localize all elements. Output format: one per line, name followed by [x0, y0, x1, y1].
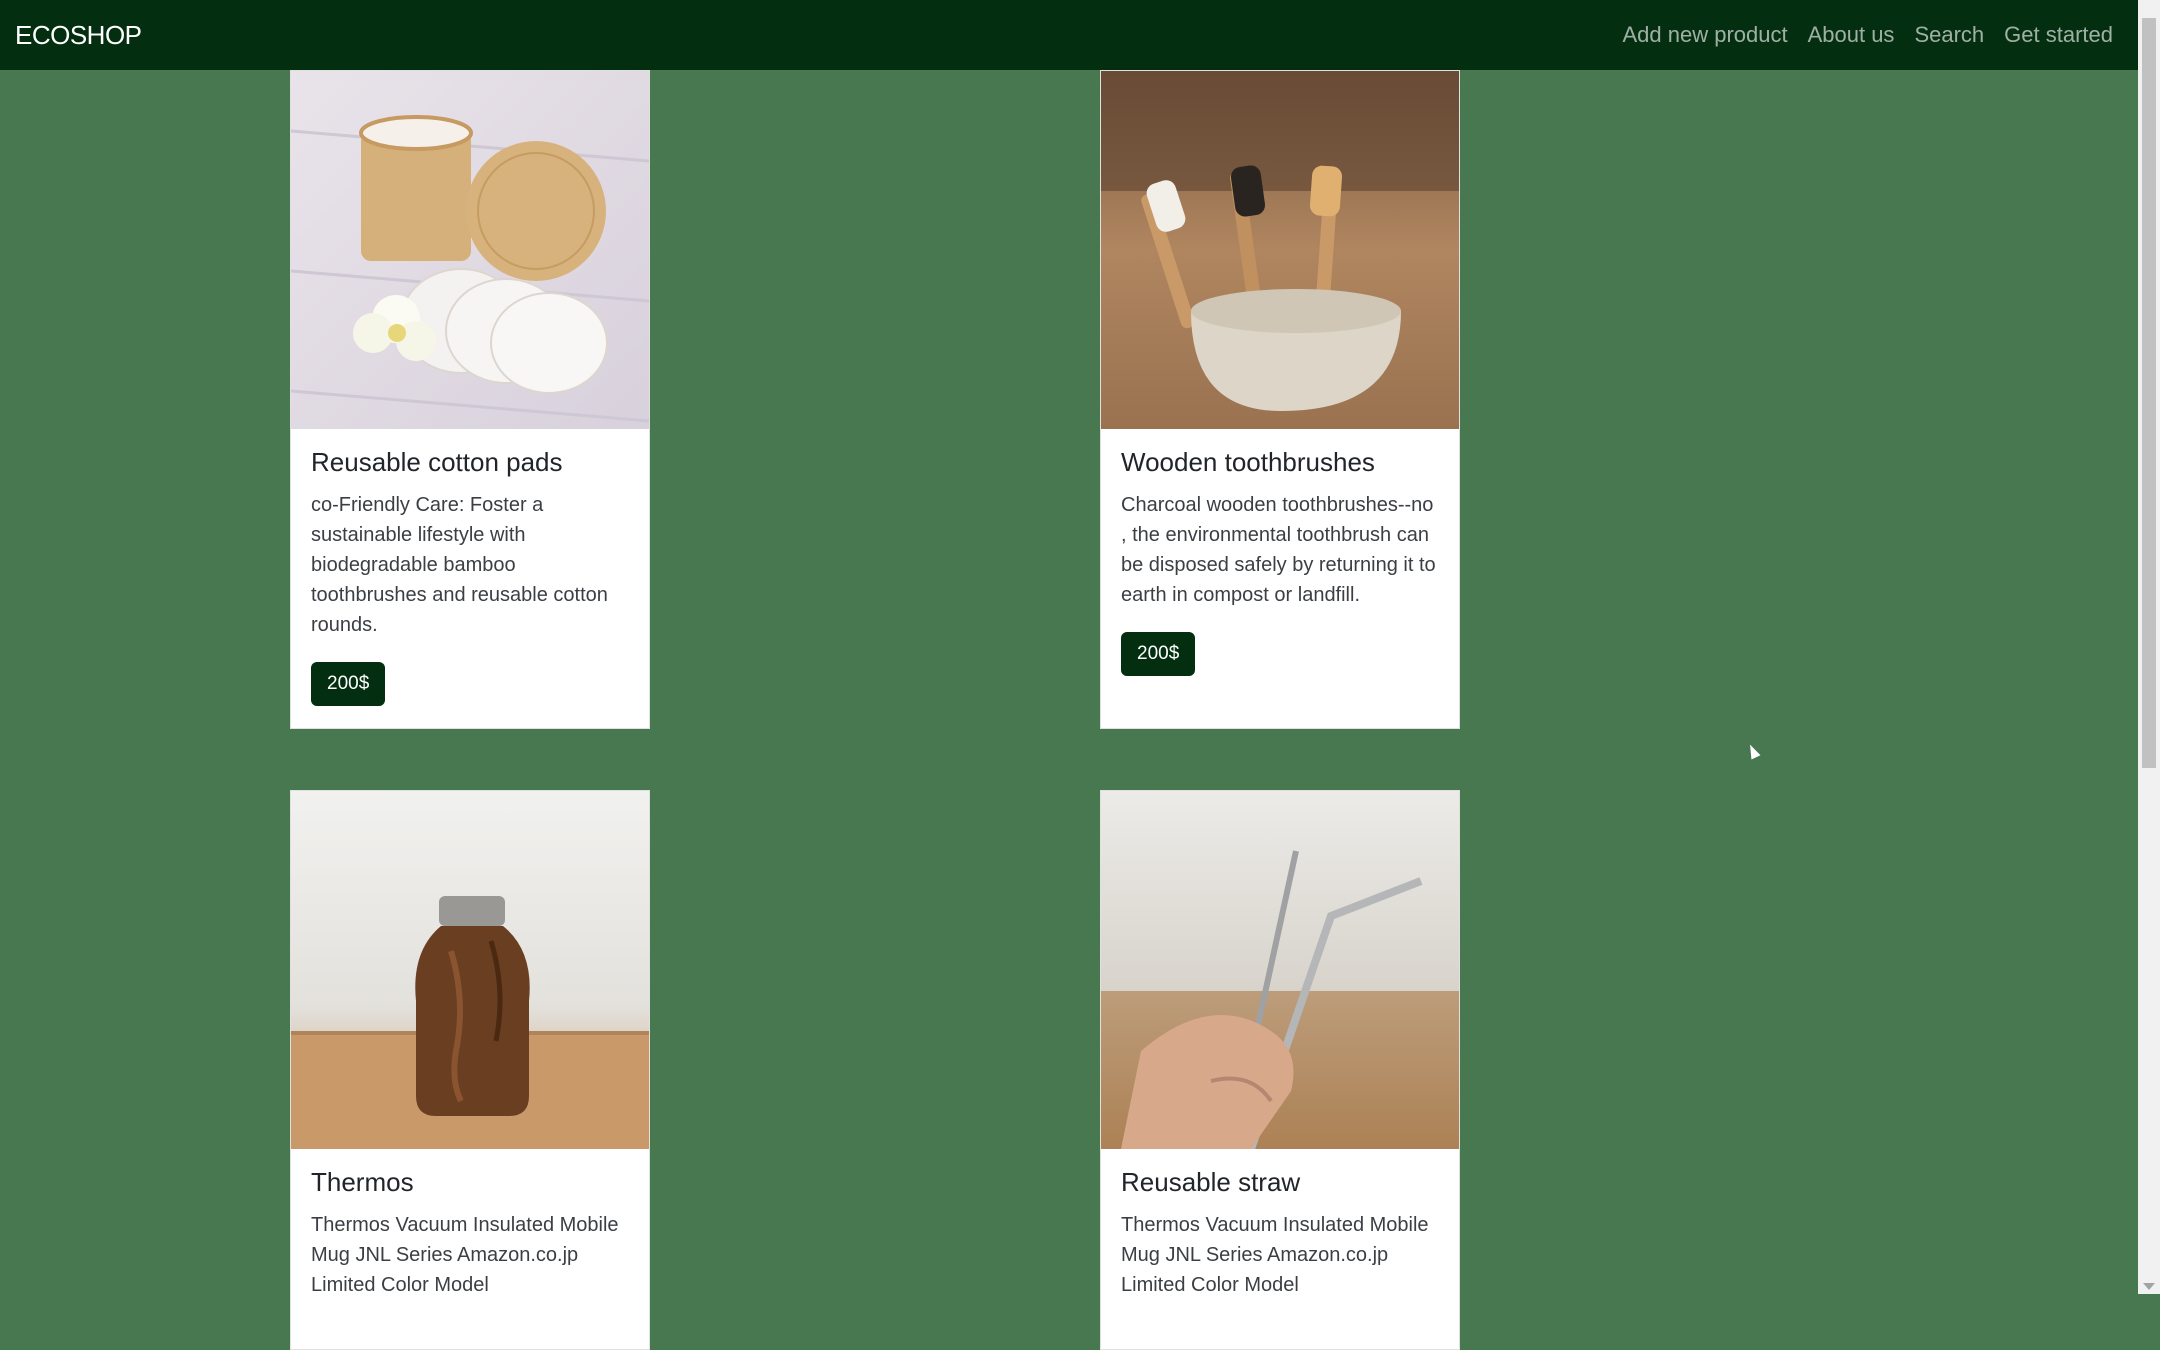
mouse-cursor-icon [1745, 742, 1761, 760]
card-body: Wooden toothbrushes Charcoal wooden toot… [1101, 429, 1459, 698]
nav-add-new-product[interactable]: Add new product [1622, 22, 1787, 48]
scrollbar-thumb[interactable] [2142, 18, 2156, 768]
scroll-down-arrow-icon[interactable] [2143, 1283, 2155, 1290]
price-button[interactable]: 200$ [1121, 632, 1196, 676]
card-body: Reusable cotton pads co-Friendly Care: F… [291, 429, 649, 728]
nav-links: Add new product About us Search Get star… [1622, 22, 2113, 48]
product-card: Reusable straw Thermos Vacuum Insulated … [1100, 790, 1460, 1350]
product-title: Thermos [311, 1167, 414, 1197]
product-description: Charcoal wooden toothbrushes--no , the e… [1121, 494, 1436, 606]
page-scrollbar[interactable] [2138, 0, 2160, 1294]
price-button[interactable]: 200$ [311, 662, 386, 706]
straw-image [1101, 791, 1459, 1149]
nav-search[interactable]: Search [1914, 22, 1984, 48]
product-card: Thermos Thermos Vacuum Insulated Mobile … [290, 790, 650, 1350]
product-card: Wooden toothbrushes Charcoal wooden toot… [1100, 70, 1460, 729]
brand-logo[interactable]: ECOSHOP [15, 20, 142, 51]
product-card: Reusable cotton pads co-Friendly Care: F… [290, 70, 650, 729]
product-title: Reusable cotton pads [311, 447, 563, 477]
nav-about-us[interactable]: About us [1808, 22, 1895, 48]
cotton-pads-image [291, 71, 649, 429]
toothbrush-image [1101, 71, 1459, 429]
product-title: Reusable straw [1121, 1167, 1301, 1197]
card-body: Thermos Thermos Vacuum Insulated Mobile … [291, 1149, 649, 1344]
product-title: Wooden toothbrushes [1121, 447, 1375, 477]
product-description: co-Friendly Care: Foster a sustainable l… [311, 494, 608, 636]
nav-get-started[interactable]: Get started [2004, 22, 2113, 48]
product-description: Thermos Vacuum Insulated Mobile Mug JNL … [1121, 1214, 1429, 1296]
card-body: Reusable straw Thermos Vacuum Insulated … [1101, 1149, 1459, 1344]
product-description: Thermos Vacuum Insulated Mobile Mug JNL … [311, 1214, 619, 1296]
thermos-image [291, 791, 649, 1149]
navbar: ECOSHOP Add new product About us Search … [0, 0, 2138, 70]
